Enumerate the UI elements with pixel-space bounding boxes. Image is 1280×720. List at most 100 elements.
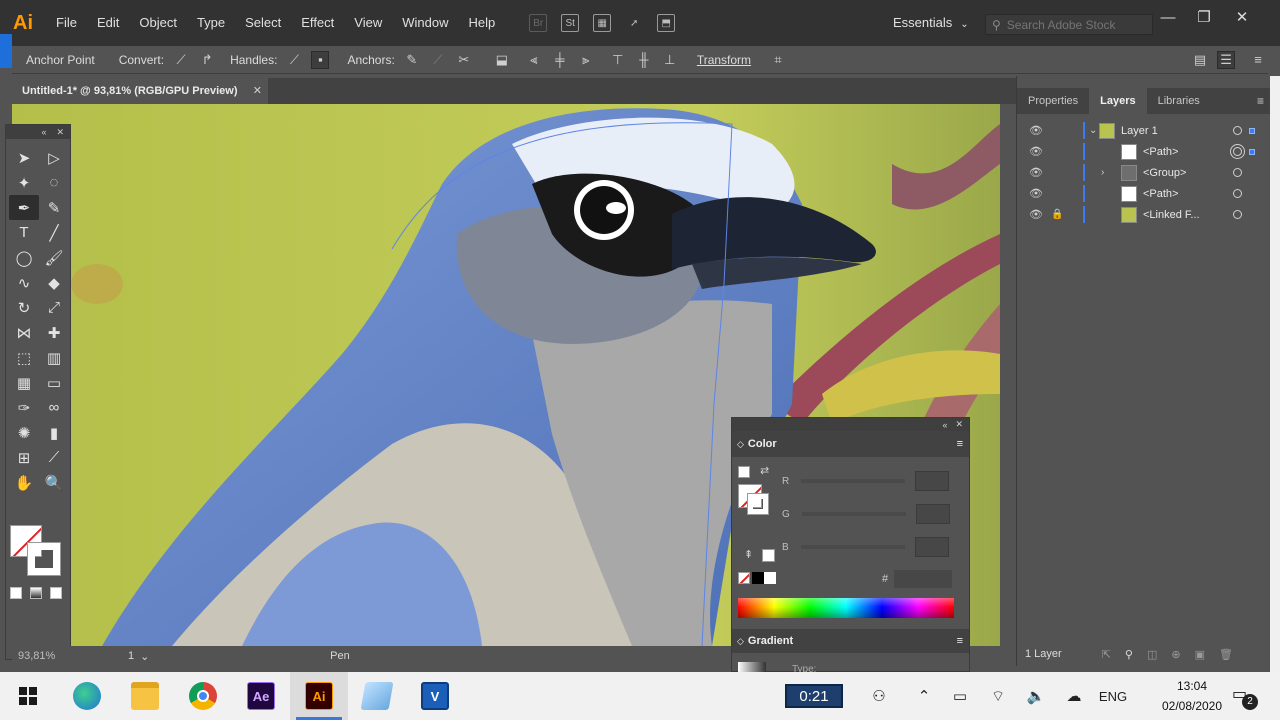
menu-edit[interactable]: Edit	[87, 0, 129, 46]
visibility-eye-icon[interactable]: 👁	[1029, 124, 1043, 137]
bridge-button[interactable]: Br	[529, 14, 548, 32]
none-mode-icon[interactable]	[50, 587, 62, 599]
align-middle-icon[interactable]: ╫	[635, 51, 653, 69]
collapse-icon[interactable]: «	[942, 420, 947, 430]
start-button[interactable]	[0, 672, 56, 720]
width-tool-icon[interactable]: ⋈	[9, 320, 39, 345]
black-swatch[interactable]	[752, 572, 764, 584]
show-handles-icon[interactable]: ⟋	[285, 51, 303, 69]
minimize-icon[interactable]: —	[1150, 0, 1186, 36]
layer-row[interactable]: 👁 🔒 <Linked F...	[1017, 204, 1271, 225]
convert-corner-icon[interactable]: ⟋	[172, 51, 190, 69]
after-effects-icon[interactable]: Ae	[232, 672, 290, 720]
arrange-panels-icon[interactable]: ▤	[1191, 51, 1209, 69]
hide-handles-icon[interactable]: ▪	[311, 50, 330, 69]
search-icon[interactable]: ⚲	[1125, 648, 1133, 661]
target-circle-icon[interactable]	[1233, 168, 1242, 177]
connect-anchor-icon[interactable]: ⟋	[429, 51, 447, 69]
swap-colors-icon[interactable]: ⇄	[760, 464, 769, 477]
close-icon[interactable]: ✕	[56, 127, 64, 138]
eyedropper-tool-icon[interactable]: ✑	[9, 395, 39, 420]
menu-type[interactable]: Type	[187, 0, 235, 46]
panel-menu-icon[interactable]: ≡	[1257, 94, 1264, 108]
gradient-mode-icon[interactable]	[30, 587, 42, 599]
perspective-grid-tool-icon[interactable]: ▥	[39, 345, 69, 370]
zoom-level[interactable]: 93,81%	[12, 650, 74, 662]
selection-indicator[interactable]	[1249, 148, 1255, 155]
artboard-tool-icon[interactable]: ⊞	[9, 445, 39, 470]
none-swatch[interactable]	[738, 572, 750, 584]
page-number[interactable]: 1	[128, 650, 134, 662]
b-value-field[interactable]	[914, 537, 949, 557]
symbol-sprayer-tool-icon[interactable]: ✺	[9, 420, 39, 445]
eraser-tool-icon[interactable]: ◆	[39, 270, 69, 295]
ellipse-tool-icon[interactable]: ◯	[9, 245, 39, 270]
menu-object[interactable]: Object	[129, 0, 187, 46]
bridge-icon[interactable]: ⬒	[657, 14, 676, 32]
convert-smooth-icon[interactable]: ↱	[198, 51, 216, 69]
tab-layers[interactable]: Layers	[1089, 88, 1147, 114]
gradient-tool-icon[interactable]: ▭	[39, 370, 69, 395]
target-circle-icon[interactable]	[1233, 189, 1242, 198]
chevron-down-icon[interactable]: ⌄	[1089, 125, 1097, 136]
menu-file[interactable]: File	[46, 0, 87, 46]
visibility-eye-icon[interactable]: 👁	[1029, 166, 1043, 179]
align-left-icon[interactable]: ⫷	[525, 51, 543, 69]
type-tool-icon[interactable]: T	[9, 220, 39, 245]
stock-search-input[interactable]	[1006, 17, 1147, 32]
hex-field[interactable]	[894, 570, 953, 588]
zoom-tool-icon[interactable]: 🔍	[39, 470, 69, 495]
r-value-field[interactable]	[915, 471, 950, 491]
visibility-eye-icon[interactable]: 👁	[1029, 145, 1043, 158]
magic-wand-tool-icon[interactable]: ✦	[9, 170, 39, 195]
white-swatch[interactable]	[764, 572, 776, 584]
document-tab[interactable]: Untitled-1* @ 93,81% (RGB/GPU Preview) ✕	[12, 78, 268, 104]
align-top-icon[interactable]: ⊤	[609, 51, 627, 69]
shape-builder-tool-icon[interactable]: ⬚	[9, 345, 39, 370]
language-indicator[interactable]: ENG	[1096, 672, 1130, 720]
stock-search[interactable]: ⚲	[985, 14, 1153, 35]
align-bottom-icon[interactable]: ⊥	[661, 51, 679, 69]
lasso-tool-icon[interactable]: ◌	[39, 170, 69, 195]
generic-app-icon[interactable]	[348, 672, 406, 720]
closest-color-swatch[interactable]	[762, 549, 775, 562]
pen-tool-icon[interactable]: ✒	[9, 195, 39, 220]
default-colors-icon[interactable]	[738, 466, 750, 478]
layer-row[interactable]: 👁 ⌄ Layer 1	[1017, 120, 1271, 141]
selection-tool-icon[interactable]: ➤	[9, 145, 39, 170]
volume-icon[interactable]: 🔈	[1024, 672, 1048, 720]
gpu-performance-icon[interactable]: ➚	[625, 14, 643, 32]
r-slider[interactable]: R	[782, 471, 962, 491]
gradient-panel-title-bar[interactable]: ◇ Gradient ≡	[732, 629, 969, 653]
blend-tool-icon[interactable]: ∞	[39, 395, 69, 420]
g-value-field[interactable]	[915, 504, 950, 524]
target-circle-icon[interactable]	[1233, 126, 1242, 135]
arrange-documents-icon[interactable]: ▦	[593, 14, 612, 32]
battery-icon[interactable]: ▭	[948, 672, 972, 720]
stroke-swatch[interactable]	[27, 542, 61, 576]
new-layer-icon[interactable]: ▣	[1195, 648, 1205, 661]
gradient-preview[interactable]	[738, 662, 766, 672]
trash-icon[interactable]: 🗑	[1219, 648, 1233, 661]
transform-link[interactable]: Transform	[697, 53, 751, 67]
selection-indicator[interactable]	[1249, 127, 1255, 134]
paintbrush-tool-icon[interactable]: 🖌	[39, 245, 69, 270]
control-bar-menu-icon[interactable]: ≡	[1249, 51, 1267, 69]
slice-tool-icon[interactable]: ⟋	[39, 445, 69, 470]
rotate-tool-icon[interactable]: ↻	[9, 295, 39, 320]
tab-properties[interactable]: Properties	[1017, 88, 1089, 114]
menu-help[interactable]: Help	[458, 0, 505, 46]
stock-button[interactable]: St	[561, 14, 580, 32]
panel-menu-icon[interactable]: ≡	[957, 635, 963, 647]
r-track[interactable]	[801, 479, 906, 483]
g-slider[interactable]: G	[782, 504, 962, 524]
close-icon[interactable]: ✕	[253, 78, 262, 104]
shaper-tool-icon[interactable]: ∿	[9, 270, 39, 295]
scale-tool-icon[interactable]: ⤢	[39, 295, 69, 320]
remove-anchor-icon[interactable]: ✎	[403, 51, 421, 69]
export-icon[interactable]: ⇱	[1102, 648, 1111, 661]
visibility-eye-icon[interactable]: 👁	[1029, 187, 1043, 200]
b-slider[interactable]: B	[782, 537, 962, 557]
window-scrollbar[interactable]	[1270, 76, 1280, 672]
b-track[interactable]	[800, 545, 905, 549]
